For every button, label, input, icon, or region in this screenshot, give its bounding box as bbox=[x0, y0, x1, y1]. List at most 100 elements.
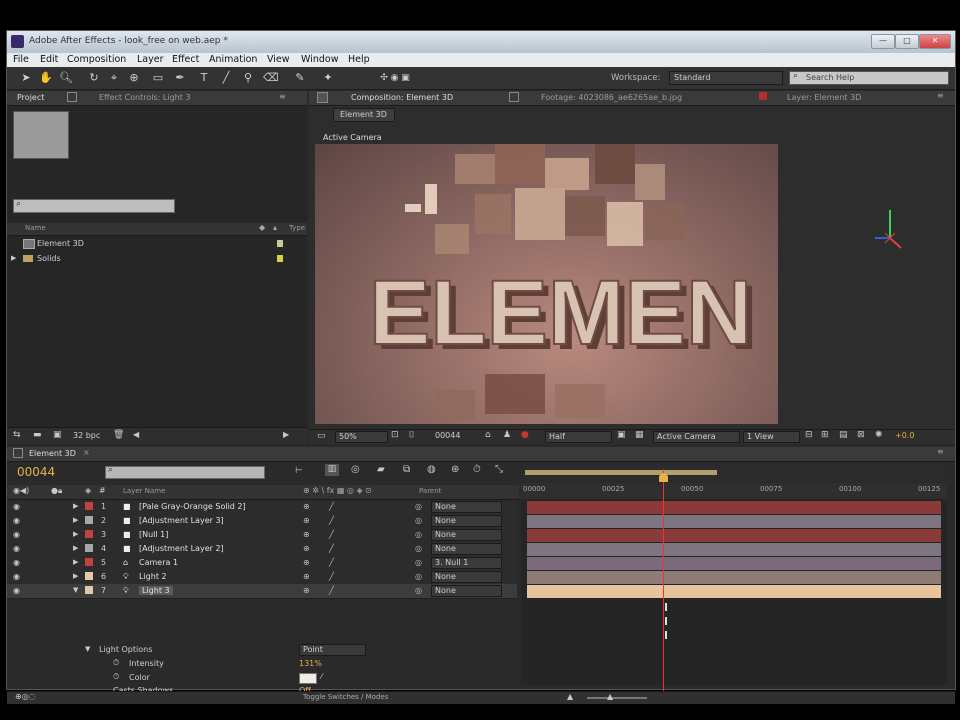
panel-menu-icon[interactable]: ≡ bbox=[279, 92, 286, 101]
layer-name[interactable]: [Adjustment Layer 3] bbox=[139, 516, 224, 525]
project-item-element3d[interactable]: Element 3D bbox=[7, 237, 307, 251]
expand-arrow-icon[interactable]: ▶ bbox=[73, 516, 78, 524]
layer-row[interactable]: ◉ ▶ 3 ■ [Null 1] ⊕ ╱ ◎ None bbox=[7, 528, 517, 543]
pickwhip-icon[interactable]: ◎ bbox=[415, 558, 422, 567]
stopwatch-icon[interactable]: ⏱︎ bbox=[473, 464, 481, 475]
always-preview-icon[interactable]: ▭ bbox=[317, 431, 326, 441]
light-type-select[interactable]: Point bbox=[299, 644, 366, 656]
clone-stamp-tool-icon[interactable]: ⚲ bbox=[241, 71, 255, 85]
footage-lock-icon[interactable] bbox=[509, 92, 519, 102]
tab-project[interactable]: Project bbox=[17, 93, 44, 102]
exposure-icon[interactable]: ✺ bbox=[875, 430, 883, 440]
layer-duration-bar[interactable] bbox=[527, 571, 941, 584]
rotation-tool-icon[interactable]: ↻ bbox=[87, 71, 101, 85]
close-button[interactable]: ✕ bbox=[919, 34, 951, 49]
keyframe-marker[interactable] bbox=[665, 631, 667, 639]
pickwhip-icon[interactable]: ◎ bbox=[415, 586, 422, 595]
interpret-footage-icon[interactable]: ⇆ bbox=[13, 430, 21, 440]
zoom-slider[interactable] bbox=[587, 697, 647, 699]
label-color-swatch[interactable] bbox=[85, 502, 93, 510]
layer-row[interactable]: ◉ ▶ 2 ■ [Adjustment Layer 3] ⊕ ╱ ◎ None bbox=[7, 514, 517, 529]
hide-shy-icon[interactable]: ▰ bbox=[377, 464, 385, 475]
visibility-eye-icon[interactable]: ◉ bbox=[13, 516, 20, 525]
track-area[interactable] bbox=[521, 499, 947, 685]
quality-switch-icon[interactable]: ╱ bbox=[329, 516, 334, 525]
zoom-select[interactable]: 50% bbox=[335, 431, 388, 443]
shy-switch-icon[interactable]: ⊕ bbox=[303, 558, 310, 567]
shy-switch-icon[interactable]: ⊕ bbox=[303, 572, 310, 581]
panel-menu-icon[interactable]: ≡ bbox=[937, 447, 944, 456]
transparency-grid-icon[interactable]: ▦ bbox=[635, 430, 644, 440]
tab-close-icon[interactable]: × bbox=[83, 448, 90, 457]
visibility-eye-icon[interactable]: ◉ bbox=[13, 502, 20, 511]
pickwhip-icon[interactable]: ◎ bbox=[415, 516, 422, 525]
brush-tool-icon[interactable]: ╱ bbox=[219, 71, 233, 85]
comp-mini-flowchart-icon[interactable]: ⊢ bbox=[295, 466, 303, 476]
parent-select[interactable]: None bbox=[431, 543, 502, 555]
viewer-timecode[interactable]: 00044 bbox=[435, 431, 460, 440]
expand-arrow-icon[interactable]: ▶ bbox=[73, 558, 78, 566]
shy-switch-icon[interactable]: ⊕ bbox=[303, 516, 310, 525]
stopwatch-icon[interactable]: ⏱︎ bbox=[113, 658, 119, 668]
menu-edit[interactable]: Edit bbox=[40, 54, 58, 65]
layer-duration-bar[interactable] bbox=[527, 501, 941, 514]
maximize-button[interactable]: □ bbox=[895, 34, 919, 49]
color-swatch[interactable] bbox=[299, 673, 317, 684]
visibility-eye-icon[interactable]: ◉ bbox=[13, 544, 20, 553]
workspace-select[interactable]: Standard bbox=[669, 71, 783, 85]
layer-row[interactable]: ◉ ▶ 1 ■ [Pale Gray-Orange Solid 2] ⊕ ╱ ◎ None bbox=[7, 500, 517, 515]
menu-animation[interactable]: Animation bbox=[209, 54, 257, 65]
layer-duration-bar[interactable] bbox=[527, 585, 941, 598]
channel-icon[interactable]: ● bbox=[521, 430, 529, 440]
new-folder-icon[interactable]: ▬ bbox=[33, 430, 42, 440]
menu-view[interactable]: View bbox=[267, 54, 290, 65]
tab-footage[interactable]: Footage: 4023086_ae6265ae_b.jpg bbox=[541, 93, 682, 102]
layer-row[interactable]: ◉ ▶ 4 ■ [Adjustment Layer 2] ⊕ ╱ ◎ None bbox=[7, 542, 517, 557]
draft3d-icon[interactable]: ◎ bbox=[351, 464, 360, 475]
fast-preview-icon[interactable]: ⊞ bbox=[821, 430, 829, 440]
region-of-interest-icon[interactable]: ▣ bbox=[617, 430, 626, 440]
layer-name[interactable]: [Pale Gray-Orange Solid 2] bbox=[139, 502, 246, 511]
visibility-eye-icon[interactable]: ◉ bbox=[13, 572, 20, 581]
expand-arrow-icon[interactable]: ▼ bbox=[85, 645, 90, 653]
lock-icon[interactable] bbox=[67, 92, 77, 102]
shy-switch-icon[interactable]: ⊕ bbox=[303, 544, 310, 553]
eraser-tool-icon[interactable]: ⌫ bbox=[263, 71, 279, 85]
tab-timeline[interactable]: Element 3D bbox=[29, 449, 76, 458]
visibility-eye-icon[interactable]: ◉ bbox=[13, 586, 20, 595]
menu-effect[interactable]: Effect bbox=[172, 54, 199, 65]
layer-name[interactable]: [Adjustment Layer 2] bbox=[139, 544, 224, 553]
brainstorm-icon[interactable]: ⊛ bbox=[451, 464, 459, 475]
tab-lock-icon[interactable] bbox=[13, 448, 23, 458]
composition-viewer[interactable]: ELEMEN ELEMEN bbox=[315, 144, 778, 424]
shy-switch-icon[interactable]: ⊕ bbox=[303, 502, 310, 511]
search-help-field[interactable]: ⌕ Search Help bbox=[789, 71, 949, 85]
bit-depth-button[interactable]: 32 bpc bbox=[73, 431, 100, 440]
eyedropper-icon[interactable]: ⁄ bbox=[321, 672, 322, 681]
current-time-display[interactable]: 00044 bbox=[17, 465, 55, 479]
parent-select[interactable]: None bbox=[431, 585, 502, 597]
flowchart-icon[interactable]: ⊠ bbox=[857, 430, 865, 440]
shy-switch-icon[interactable]: ⊕ bbox=[303, 586, 310, 595]
current-time-indicator[interactable] bbox=[663, 469, 664, 691]
pen-tool-icon[interactable]: ✒ bbox=[173, 71, 187, 85]
roto-brush-tool-icon[interactable]: ✎ bbox=[293, 71, 307, 85]
parent-select[interactable]: 3. Null 1 bbox=[431, 557, 502, 569]
safe-margins-icon[interactable]: ⊡ bbox=[391, 430, 399, 440]
expand-arrow-icon[interactable]: ▶ bbox=[11, 254, 16, 262]
pickwhip-icon[interactable]: ◎ bbox=[415, 572, 422, 581]
layer-name[interactable]: Camera 1 bbox=[139, 558, 178, 567]
col-parent[interactable]: Parent bbox=[419, 487, 441, 495]
layer-name[interactable]: Light 2 bbox=[139, 572, 167, 581]
work-area-bar[interactable] bbox=[521, 464, 947, 482]
layer-row[interactable]: ◉ ▼ 7 💡︎ Light 3 ⊕ ╱ ◎ None bbox=[7, 584, 517, 599]
pickwhip-icon[interactable]: ◎ bbox=[415, 502, 422, 511]
tab-composition[interactable]: Composition: Element 3D bbox=[351, 93, 453, 102]
parent-select[interactable]: None bbox=[431, 515, 502, 527]
mask-visibility-icon[interactable]: ⌷ bbox=[409, 430, 414, 440]
quality-switch-icon[interactable]: ╱ bbox=[329, 544, 334, 553]
menu-layer[interactable]: Layer bbox=[137, 54, 164, 65]
layer-duration-bar[interactable] bbox=[527, 557, 941, 570]
camera-view-select[interactable]: Active Camera bbox=[653, 431, 740, 443]
menu-window[interactable]: Window bbox=[301, 54, 338, 65]
